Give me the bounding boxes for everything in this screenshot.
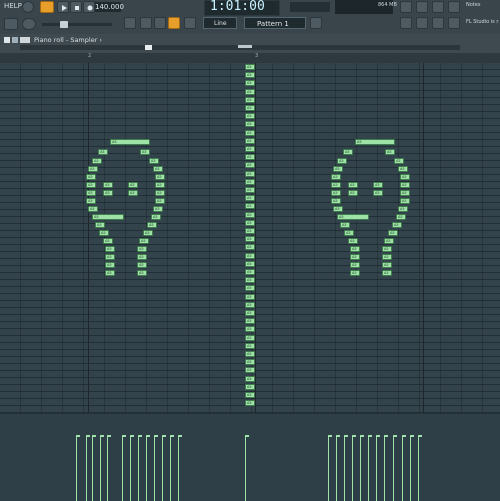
ruler-mark: 3 — [255, 53, 259, 59]
velocity-bar[interactable] — [402, 436, 403, 501]
monitor-panel — [290, 2, 330, 12]
main-toolbar: HELP 140.000 1:01:00 864 MB Notes Line P… — [0, 0, 500, 35]
loop-record-icon[interactable] — [168, 17, 180, 29]
velocity-bar[interactable] — [107, 436, 108, 501]
velocity-handle[interactable] — [384, 435, 388, 437]
velocity-handle[interactable] — [162, 435, 166, 437]
velocity-bar[interactable] — [384, 436, 385, 501]
add-pattern-button[interactable] — [310, 17, 322, 29]
piano-roll-grid[interactable] — [0, 63, 500, 413]
velocity-bar[interactable] — [130, 436, 131, 501]
velocity-bar[interactable] — [86, 436, 87, 501]
velocity-bar[interactable] — [122, 436, 123, 501]
velocity-bar[interactable] — [245, 436, 246, 501]
record-button[interactable] — [83, 1, 95, 13]
memory-readout: 864 MB — [378, 2, 397, 8]
master-volume-slider[interactable] — [42, 23, 112, 26]
velocity-bar[interactable] — [393, 436, 394, 501]
metronome-icon[interactable] — [124, 17, 136, 29]
velocity-handle[interactable] — [122, 435, 126, 437]
velocity-handle[interactable] — [92, 435, 96, 437]
wait-input-icon[interactable] — [140, 17, 152, 29]
velocity-bar[interactable] — [162, 436, 163, 501]
velocity-bar[interactable] — [92, 436, 93, 501]
menu-arrow-icon[interactable] — [4, 37, 10, 43]
stop-button[interactable] — [70, 1, 82, 13]
velocity-handle[interactable] — [368, 435, 372, 437]
velocity-bar[interactable] — [178, 436, 179, 501]
record-settings-button[interactable] — [22, 1, 34, 13]
step-edit-icon[interactable] — [184, 17, 196, 29]
velocity-handle[interactable] — [245, 435, 249, 437]
velocity-handle[interactable] — [100, 435, 104, 437]
velocity-handle[interactable] — [86, 435, 90, 437]
tool-icon[interactable] — [12, 37, 18, 43]
velocity-handle[interactable] — [410, 435, 414, 437]
volume-knob[interactable] — [22, 18, 36, 30]
velocity-handle[interactable] — [130, 435, 134, 437]
velocity-handle[interactable] — [138, 435, 142, 437]
velocity-handle[interactable] — [344, 435, 348, 437]
mixer-icon[interactable] — [432, 1, 444, 13]
pattern-song-toggle[interactable] — [40, 1, 54, 13]
velocity-handle[interactable] — [336, 435, 340, 437]
song-position-display[interactable]: 1:01:00 — [210, 0, 265, 14]
velocity-handle[interactable] — [352, 435, 356, 437]
bar-line — [255, 63, 256, 413]
bar-icon[interactable] — [4, 18, 18, 30]
velocity-bar[interactable] — [360, 436, 361, 501]
magnet-icon[interactable] — [20, 37, 30, 43]
velocity-bar[interactable] — [146, 436, 147, 501]
playlist-icon[interactable] — [432, 17, 444, 29]
piano-roll-window-bar: Piano roll - Sampler › — [0, 34, 500, 54]
velocity-bar[interactable] — [418, 436, 419, 501]
bar-line — [423, 63, 424, 413]
velocity-bar[interactable] — [352, 436, 353, 501]
velocity-handle[interactable] — [402, 435, 406, 437]
window-title: Piano roll - Sampler › — [34, 36, 103, 44]
velocity-bar[interactable] — [376, 436, 377, 501]
velocity-bar[interactable] — [328, 436, 329, 501]
velocity-handle[interactable] — [360, 435, 364, 437]
velocity-handle[interactable] — [328, 435, 332, 437]
help-icon[interactable] — [448, 17, 460, 29]
velocity-handle[interactable] — [146, 435, 150, 437]
help-menu[interactable]: HELP — [4, 2, 22, 10]
velocity-handle[interactable] — [154, 435, 158, 437]
hint-title: Notes — [466, 2, 481, 8]
pattern-selector[interactable]: Pattern 1 — [244, 17, 306, 29]
hint-text: FL Studio is r — [466, 19, 499, 25]
velocity-handle[interactable] — [393, 435, 397, 437]
tempo-display[interactable]: 140.000 — [95, 2, 124, 12]
countdown-icon[interactable] — [154, 17, 166, 29]
velocity-bar[interactable] — [410, 436, 411, 501]
gear-icon[interactable] — [400, 1, 412, 13]
velocity-bar[interactable] — [336, 436, 337, 501]
velocity-bar[interactable] — [154, 436, 155, 501]
velocity-handle[interactable] — [178, 435, 182, 437]
velocity-bar[interactable] — [344, 436, 345, 501]
velocity-handle[interactable] — [418, 435, 422, 437]
velocity-bar[interactable] — [170, 436, 171, 501]
velocity-event-editor[interactable] — [0, 413, 500, 501]
velocity-bar[interactable] — [138, 436, 139, 501]
velocity-handle[interactable] — [376, 435, 380, 437]
browser-icon[interactable] — [416, 1, 428, 13]
velocity-handle[interactable] — [170, 435, 174, 437]
scrollbar-thumb[interactable] — [145, 45, 152, 50]
bar-line — [88, 63, 89, 413]
snap-selector[interactable]: Line — [203, 17, 237, 29]
piano-roll-icon[interactable] — [416, 17, 428, 29]
velocity-bar[interactable] — [76, 436, 77, 501]
velocity-handle[interactable] — [76, 435, 80, 437]
plugin-icon[interactable] — [448, 1, 460, 13]
play-button[interactable] — [57, 1, 69, 13]
velocity-handle[interactable] — [107, 435, 111, 437]
master-volume-handle[interactable] — [60, 21, 68, 28]
ruler-mark: 2 — [88, 53, 92, 59]
velocity-bar[interactable] — [368, 436, 369, 501]
zoom-slider[interactable] — [238, 45, 252, 48]
velocity-bar[interactable] — [100, 436, 101, 501]
channel-rack-icon[interactable] — [400, 17, 412, 29]
